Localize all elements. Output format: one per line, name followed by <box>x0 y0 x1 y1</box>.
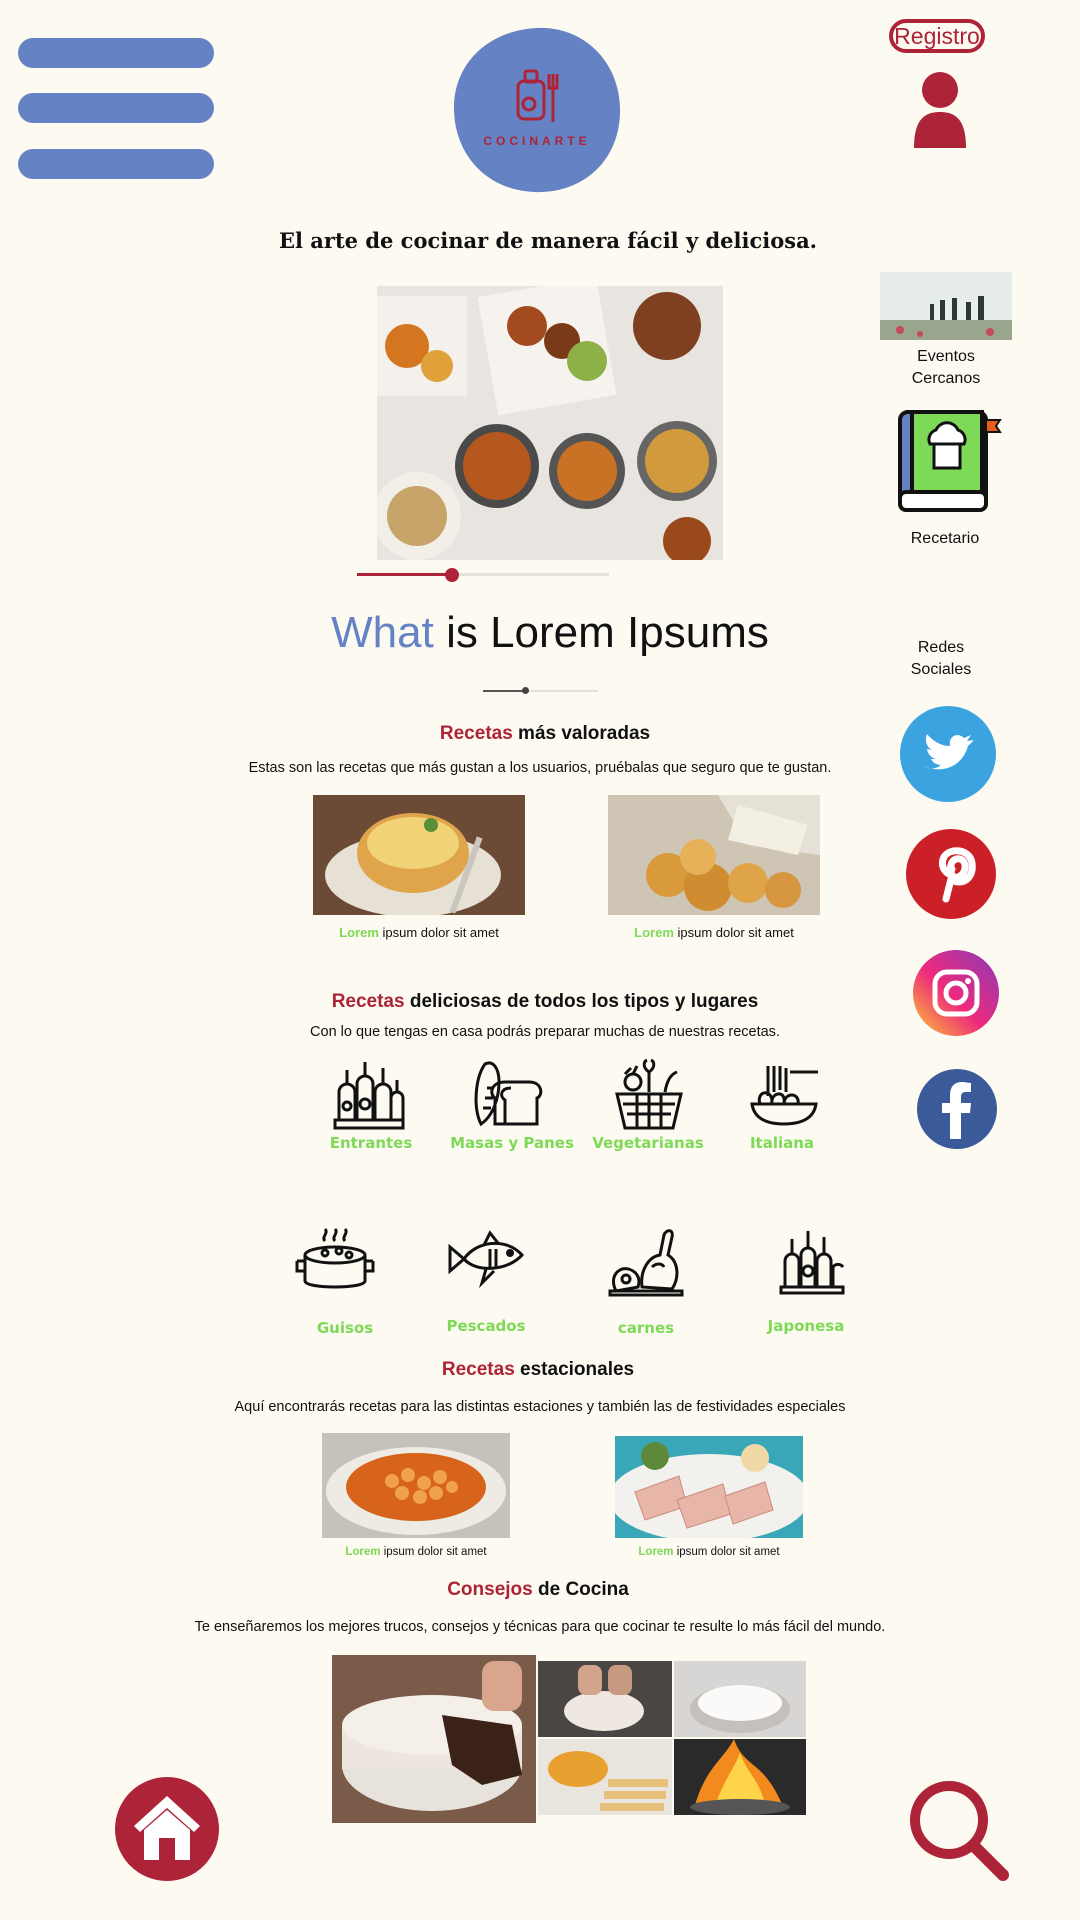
category-vegetarianas[interactable]: Vegetarianas <box>573 1058 723 1153</box>
tips-title-rest: de Cocina <box>532 1579 629 1600</box>
pinterest-icon[interactable] <box>906 829 996 919</box>
recipe-caption-text: ipsum dolor sit amet <box>673 1546 780 1558</box>
category-entrantes[interactable]: Entrantes <box>296 1058 446 1153</box>
category-label: Guisos <box>316 1319 374 1337</box>
category-label: carnes <box>617 1319 675 1337</box>
seasonal-title: Recetas estacionales <box>250 1359 826 1381</box>
category-label: Italiana <box>749 1134 815 1152</box>
events-image <box>880 272 1012 340</box>
all-types-title-accent: Recetas <box>331 991 405 1012</box>
hero-slider[interactable] <box>357 566 609 584</box>
category-label: Japonesa <box>767 1317 845 1335</box>
bread-icon <box>471 1058 547 1139</box>
home-button[interactable] <box>114 1776 220 1882</box>
pasta-icon <box>750 1062 820 1137</box>
recipe-caption-accent: Lorem <box>345 1546 381 1558</box>
category-carnes[interactable]: carnes <box>571 1227 721 1339</box>
recipe-image <box>615 1436 803 1538</box>
tip-image <box>674 1661 806 1737</box>
category-label: Vegetarianas <box>592 1134 704 1152</box>
register-label: Registro <box>894 23 980 49</box>
all-types-title-rest: deliciosas de todos los tipos y lugares <box>404 991 759 1012</box>
menu-button[interactable] <box>18 38 214 182</box>
stew-pot-icon <box>295 1227 375 1302</box>
social-heading: Redes Sociales <box>880 637 1002 681</box>
seasonal-title-rest: estacionales <box>514 1359 635 1380</box>
category-italiana[interactable]: Italiana <box>707 1058 857 1153</box>
logo[interactable]: COCINARTE <box>452 26 622 194</box>
recipe-image <box>322 1433 510 1538</box>
home-icon <box>114 1776 220 1887</box>
recipe-image <box>313 795 525 915</box>
all-types-description: Con lo que tengas en casa podrás prepara… <box>310 1024 780 1040</box>
recipe-image <box>608 795 820 915</box>
recipe-card[interactable]: Lorem ipsum dolor sit amet <box>313 795 525 943</box>
recipe-caption-accent: Lorem <box>634 925 674 940</box>
social-label-1: Redes <box>917 639 965 656</box>
logo-text: COCINARTE <box>483 134 591 148</box>
category-guisos[interactable]: Guisos <box>270 1227 420 1339</box>
sushi-icon <box>777 1227 847 1302</box>
appetizer-icon <box>331 1058 407 1139</box>
tip-image <box>674 1739 806 1815</box>
tips-collage[interactable] <box>332 1655 806 1823</box>
instagram-icon[interactable] <box>913 950 999 1036</box>
search-icon <box>905 1778 1011 1889</box>
category-masas-panes[interactable]: Masas y Panes <box>437 1058 587 1153</box>
hero-slider-handle[interactable] <box>444 568 459 582</box>
meat-icon <box>608 1227 684 1302</box>
top-rated-description: Estas son las recetas que más gustan a l… <box>248 760 832 776</box>
recipe-book-icon <box>896 406 1004 516</box>
recipe-caption-accent: Lorem <box>638 1546 674 1558</box>
recipe-book-label: Recetario <box>910 530 980 547</box>
category-japonesa[interactable]: Japonesa <box>731 1227 881 1337</box>
recipe-caption-text: ipsum dolor sit amet <box>380 1546 487 1558</box>
tip-image <box>538 1739 672 1815</box>
facebook-icon[interactable] <box>917 1069 997 1149</box>
recipe-caption-text: ipsum dolor sit amet <box>378 925 499 940</box>
all-types-title: Recetas deliciosas de todos los tipos y … <box>250 991 840 1013</box>
events-card[interactable]: Eventos Cercanos <box>880 272 1012 392</box>
hero-slider-fill <box>357 573 452 576</box>
category-label: Masas y Panes <box>450 1134 574 1152</box>
category-label: Pescados <box>446 1317 526 1335</box>
recipe-card[interactable]: Lorem ipsum dolor sit amet <box>322 1433 510 1563</box>
top-rated-title-rest: más valoradas <box>512 723 651 744</box>
social-label-2: Sociales <box>910 661 972 678</box>
recipe-caption-text: ipsum dolor sit amet <box>673 925 794 940</box>
seasonal-description: Aquí encontrarás recetas para las distin… <box>234 1399 846 1415</box>
tips-title: Consejos de Cocina <box>250 1579 826 1601</box>
tagline: El arte de cocinar de manera fácil y del… <box>278 228 817 253</box>
section-heading: What is Lorem Ipsums <box>250 608 850 658</box>
vegetable-basket-icon <box>611 1058 687 1139</box>
register-button[interactable]: Registro <box>889 19 985 53</box>
recipe-card[interactable]: Lorem ipsum dolor sit amet <box>608 795 820 943</box>
recipe-caption-accent: Lorem <box>339 925 379 940</box>
user-icon[interactable] <box>910 70 970 150</box>
tip-image <box>332 1655 536 1823</box>
events-label-1: Eventos <box>917 348 975 365</box>
twitter-icon[interactable] <box>900 706 996 802</box>
recipe-card[interactable]: Lorem ipsum dolor sit amet <box>615 1436 803 1563</box>
search-button[interactable] <box>905 1778 1011 1884</box>
tip-image <box>538 1661 672 1737</box>
tips-description: Te enseñaremos los mejores trucos, conse… <box>194 1619 886 1635</box>
top-rated-title: Recetas más valoradas <box>250 723 840 745</box>
heading-rest: is Lorem Ipsums <box>433 608 769 657</box>
section-divider <box>483 685 598 697</box>
events-label-2: Cercanos <box>911 370 981 387</box>
category-pescados[interactable]: Pescados <box>411 1227 561 1337</box>
seasonal-title-accent: Recetas <box>441 1359 515 1380</box>
hero-image[interactable] <box>377 286 723 560</box>
top-rated-title-accent: Recetas <box>439 723 513 744</box>
heading-highlight: What <box>331 608 434 657</box>
recipe-book-card[interactable]: Recetario <box>880 406 1010 556</box>
fish-icon <box>446 1227 526 1298</box>
category-label: Entrantes <box>329 1134 413 1152</box>
tips-title-accent: Consejos <box>447 1579 533 1600</box>
